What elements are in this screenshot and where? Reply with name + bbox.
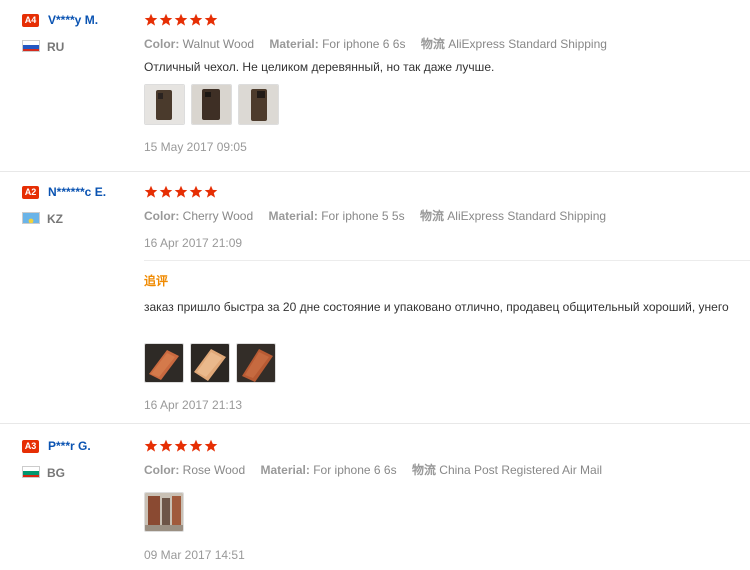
color-value: Rose Wood [182,463,246,477]
flag-bg-icon [22,466,40,478]
reviewer-name[interactable]: P***r G. [48,439,91,453]
flag-kz-icon [22,212,40,224]
review-photos [144,492,184,532]
color-label: Color: [144,37,180,51]
star-icon [144,439,158,452]
country-code: KZ [47,212,63,226]
review-photo[interactable] [190,343,230,383]
shipping-value: China Post Registered Air Mail [439,463,603,477]
review-photo[interactable] [144,343,184,383]
star-icon [189,439,203,452]
star-rating [144,13,218,27]
review-photo[interactable] [144,84,185,125]
star-icon [204,439,218,452]
material-value: For iphone 6 6s [313,463,397,477]
shipping-label: 物流 [420,37,445,51]
material-value: For iphone 5 5s [321,209,405,223]
star-icon [189,185,203,198]
review-photos [144,84,279,125]
level-badge: A2 [22,186,39,199]
review-photo[interactable] [238,84,279,125]
shipping-label: 物流 [419,209,444,223]
reviewer-name[interactable]: N******c E. [48,185,106,199]
order-info: Color: Cherry Wood Material: For iphone … [144,207,606,224]
flag-ru-icon [22,40,40,52]
order-info: Color: Rose Wood Material: For iphone 6 … [144,461,602,478]
star-rating [144,439,218,453]
color-label: Color: [144,209,180,223]
material-value: For iphone 6 6s [322,37,406,51]
color-value: Cherry Wood [182,209,254,223]
review-date: 15 May 2017 09:05 [144,140,247,154]
star-icon [174,13,188,26]
level-badge: A4 [22,14,39,27]
followup-text: заказ пришло быстра за 20 дне состояние … [144,300,729,314]
reviewer-name[interactable]: V****y M. [48,13,98,27]
star-icon [159,13,173,26]
review-item: A2 N******c E. KZ Color: Cherry Wood Mat… [0,172,750,422]
star-rating [144,185,218,199]
review-divider [0,423,750,424]
star-icon [174,439,188,452]
star-icon [159,185,173,198]
followup-label: 追评 [144,274,169,288]
review-date: 16 Apr 2017 21:09 [144,236,243,250]
order-info: Color: Walnut Wood Material: For iphone … [144,35,607,52]
star-icon [204,13,218,26]
star-icon [204,185,218,198]
shipping-value: AliExpress Standard Shipping [448,37,607,51]
review-photo[interactable] [144,492,184,532]
review-photo[interactable] [236,343,276,383]
shipping-value: AliExpress Standard Shipping [447,209,607,223]
star-icon [159,439,173,452]
material-label: Material: [260,463,310,477]
review-text: Отличный чехол. Не целиком деревянный, н… [144,60,495,74]
star-icon [174,185,188,198]
star-icon [189,13,203,26]
level-badge: A3 [22,440,39,453]
review-item: A4 V****y M. RU Color: Walnut Wood Mater… [0,0,750,170]
country-code: RU [47,40,65,54]
star-icon [144,13,158,26]
followup-date: 16 Apr 2017 21:13 [144,398,243,412]
color-label: Color: [144,463,180,477]
review-photo[interactable] [191,84,232,125]
review-date: 09 Mar 2017 14:51 [144,548,245,562]
star-icon [144,185,158,198]
shipping-label: 物流 [411,463,436,477]
followup-divider [144,260,750,261]
material-label: Material: [269,37,319,51]
country-code: BG [47,466,65,480]
followup-photos [144,343,276,383]
color-value: Walnut Wood [182,37,255,51]
material-label: Material: [268,209,318,223]
review-item: A3 P***r G. BG Color: Rose Wood Material… [0,425,750,570]
